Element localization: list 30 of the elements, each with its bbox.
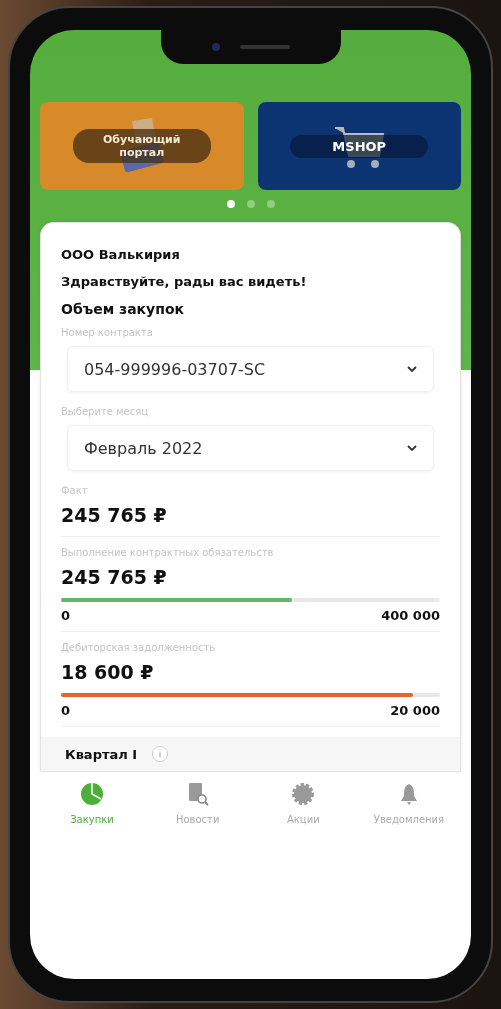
metric-value: 245 765 ₽ [61,504,168,526]
pager-dot[interactable] [226,200,235,208]
dropdown-field[interactable]: 054-999996-03707-SC [67,346,434,392]
metric-label: Дебиторская задолженность [61,642,217,653]
field-label: Номер контракта [61,327,154,338]
pager-dot[interactable] [246,200,255,208]
pager-dot[interactable] [266,200,275,208]
greeting-text: Здравствуйте, рады вас видеть! [61,274,308,289]
gear-icon [291,782,316,806]
info-icon [151,745,170,763]
dropdown-field[interactable]: Февраль 2022 [67,425,434,471]
range-min: 0 [61,703,71,718]
quarter-header[interactable]: Квартал I [41,737,460,771]
metric-label: Выполнение контрактных обязательств [61,547,275,558]
range-min: 0 [61,608,71,623]
metric-label: Факт [61,485,89,496]
pie-chart-icon [80,782,104,806]
metric-value: 18 600 ₽ [61,661,155,683]
section-title: Объем закупок [61,301,185,317]
banner-title: Обучающий портал [72,129,211,163]
range-max: 400 000 [381,608,440,623]
promo-banner[interactable]: Обучающий портал [40,102,244,190]
banner-title: MSHOP [290,134,429,158]
metric-value: 245 765 ₽ [61,566,168,588]
field-label: Выберите месяц [61,406,150,417]
chevron-down-icon [407,445,417,451]
company-name: ООО Валькирия [61,247,181,262]
chevron-down-icon [407,366,417,372]
promo-banner[interactable]: MSHOP [257,102,461,190]
range-max: 20 000 [390,703,440,718]
